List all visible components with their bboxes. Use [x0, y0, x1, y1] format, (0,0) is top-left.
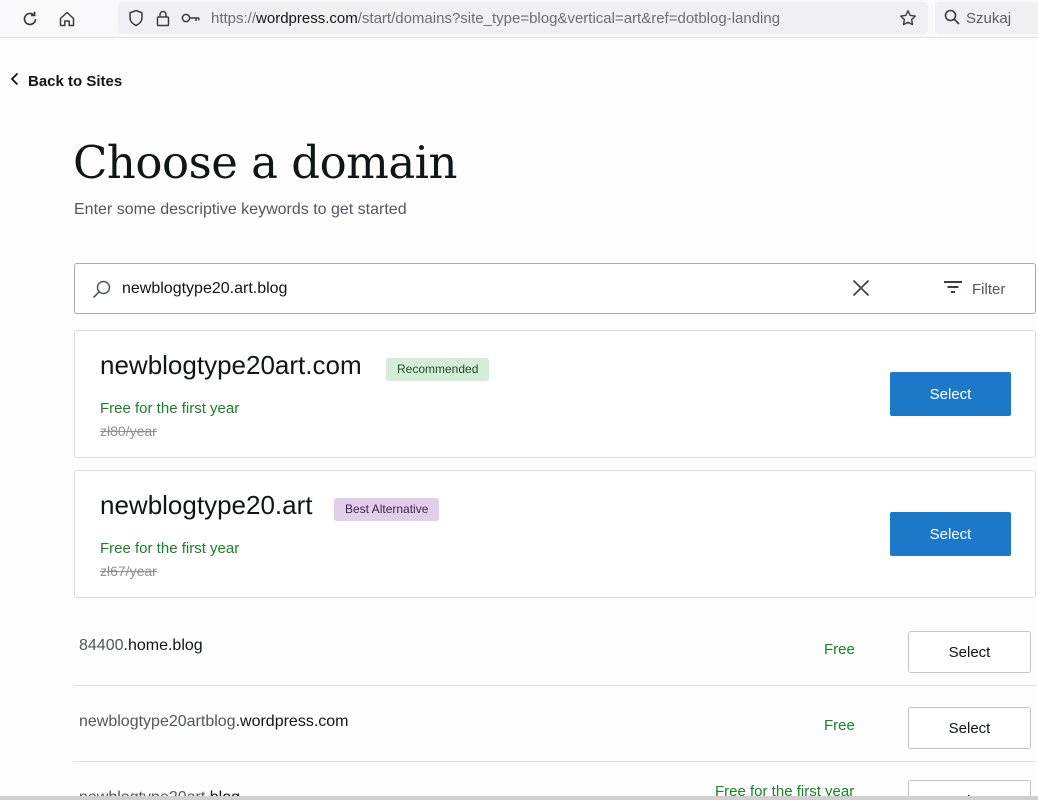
back-to-sites-link[interactable]: Back to Sites	[10, 70, 122, 92]
browser-search-box[interactable]: Szukaj	[935, 2, 1038, 34]
chevron-left-icon	[10, 72, 20, 90]
domain-search-input[interactable]: newblogtype20.art.blog	[122, 280, 287, 298]
price-text: Free	[824, 717, 855, 734]
regular-price: zł80/year	[100, 423, 157, 439]
domain-search-field[interactable]: newblogtype20.art.blog Filter	[74, 263, 1036, 314]
promo-text: Free for the first year	[100, 400, 240, 417]
lock-icon[interactable]	[153, 8, 173, 28]
browser-search-placeholder: Szukaj	[966, 10, 1012, 27]
domain-result-row: newblogtype20artblog.wordpress.com Free …	[74, 686, 1036, 762]
reload-icon[interactable]	[16, 5, 44, 33]
featured-domain-card: newblogtype20art.com Recommended Free fo…	[74, 330, 1036, 458]
filter-label: Filter	[972, 280, 1006, 298]
horizontal-scrollbar[interactable]	[0, 796, 1038, 800]
shield-icon[interactable]	[126, 8, 146, 28]
address-bar[interactable]: https://wordpress.com/start/domains?site…	[118, 2, 928, 34]
select-button[interactable]: Select	[908, 631, 1031, 673]
regular-price: zł67/year	[100, 563, 157, 579]
best-alternative-badge: Best Alternative	[334, 498, 440, 521]
price-text: Free	[824, 641, 855, 658]
select-button[interactable]: Select	[908, 707, 1031, 749]
domain-name: 84400.home.blog	[79, 637, 203, 655]
domain-tld: .wordpress.com	[235, 713, 349, 730]
recommended-badge: Recommended	[386, 358, 490, 381]
url-host: wordpress.com	[256, 10, 358, 27]
filter-button[interactable]: Filter	[943, 280, 1005, 298]
url-prefix: https://	[211, 10, 257, 27]
page-title: Choose a domain	[73, 136, 458, 189]
domain-name: newblogtype20artblog.wordpress.com	[79, 713, 348, 731]
select-button[interactable]: Select	[890, 512, 1011, 556]
featured-domain-card: newblogtype20.art Best Alternative Free …	[74, 470, 1036, 598]
domain-result-row: 84400.home.blog Free Select	[74, 610, 1036, 686]
home-icon[interactable]	[53, 5, 81, 33]
back-to-sites-label: Back to Sites	[28, 72, 123, 90]
domain-tld: .home.blog	[123, 637, 203, 654]
bookmark-star-icon[interactable]	[898, 8, 918, 28]
domain-result-row: newblogtype20art.blog Free for the first…	[74, 762, 1036, 800]
select-button[interactable]: Select	[890, 372, 1011, 416]
domain-label: 84400	[79, 637, 124, 654]
key-icon[interactable]	[181, 8, 201, 28]
search-icon	[944, 9, 960, 30]
browser-toolbar: https://wordpress.com/start/domains?site…	[0, 0, 1038, 38]
promo-text: Free for the first year	[100, 540, 240, 557]
domain-label: newblogtype20artblog	[79, 713, 236, 730]
filter-icon	[943, 280, 963, 298]
page-subtitle: Enter some descriptive keywords to get s…	[74, 201, 407, 218]
url-text: https://wordpress.com/start/domains?site…	[211, 10, 780, 27]
url-path: /start/domains?site_type=blog&vertical=a…	[357, 10, 781, 27]
domain-name: newblogtype20art.com	[100, 350, 362, 380]
domain-name: newblogtype20.art	[100, 490, 313, 520]
search-icon	[91, 279, 113, 306]
close-icon[interactable]	[851, 278, 871, 303]
